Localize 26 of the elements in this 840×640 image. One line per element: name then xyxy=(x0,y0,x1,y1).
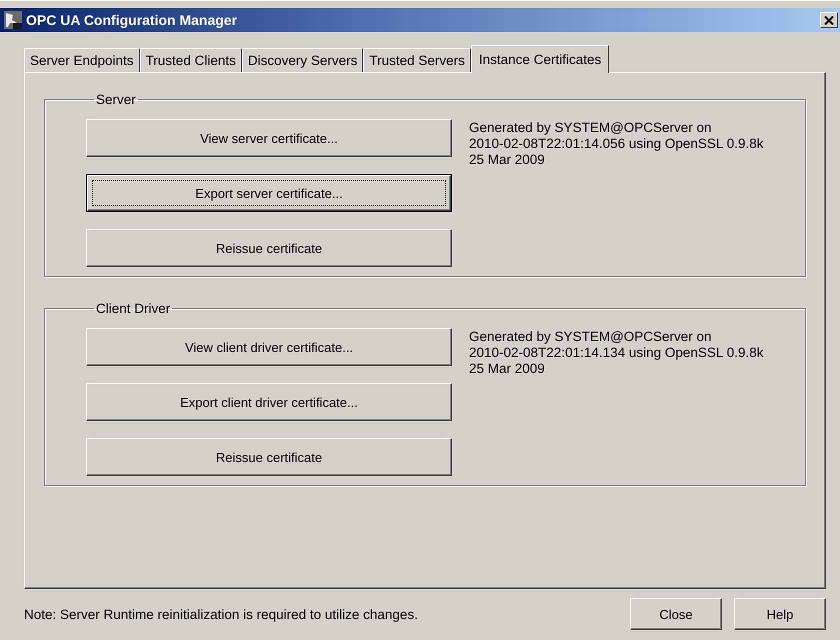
certificate-info: 25 Mar 2009 xyxy=(469,361,546,377)
app-icon xyxy=(4,11,22,29)
certificate-info: Generated by SYSTEM@OPCServer on xyxy=(469,120,713,136)
certificate-button[interactable]: View client driver certificate... xyxy=(86,328,452,366)
certificate-button[interactable]: Reissue certificate xyxy=(86,438,452,476)
close-icon xyxy=(824,16,834,24)
group-title: Client Driver xyxy=(95,301,172,316)
tab[interactable]: Trusted Servers xyxy=(363,48,471,72)
note-text: Note: Server Runtime reinitialization is required to utilize changes. xyxy=(24,606,419,622)
tab[interactable]: Instance Certificates xyxy=(470,45,610,73)
certificate-info: 2010-02-08T22:01:14.056 using OpenSSL 0.9.8k xyxy=(469,136,764,152)
certificate-info: 2010-02-08T22:01:14.134 using OpenSSL 0.9.8k xyxy=(469,345,764,361)
window-title: OPC UA Configuration Manager xyxy=(26,12,238,28)
certificate-button[interactable]: Export server certificate... xyxy=(86,174,452,212)
help-button[interactable]: Help xyxy=(734,598,826,630)
tab[interactable]: Server Endpoints xyxy=(24,48,140,72)
close-button[interactable]: Close xyxy=(630,598,722,630)
group-title: Server xyxy=(95,92,137,107)
close-button[interactable] xyxy=(820,12,838,28)
certificate-info: Generated by SYSTEM@OPCServer on xyxy=(469,329,713,345)
tab[interactable]: Trusted Clients xyxy=(140,48,242,72)
certificate-button[interactable]: Export client driver certificate... xyxy=(86,383,452,421)
tab[interactable]: Discovery Servers xyxy=(242,48,364,72)
certificate-button[interactable]: View server certificate... xyxy=(86,119,452,157)
certificate-info: 25 Mar 2009 xyxy=(469,152,546,168)
certificate-button[interactable]: Reissue certificate xyxy=(86,229,452,267)
